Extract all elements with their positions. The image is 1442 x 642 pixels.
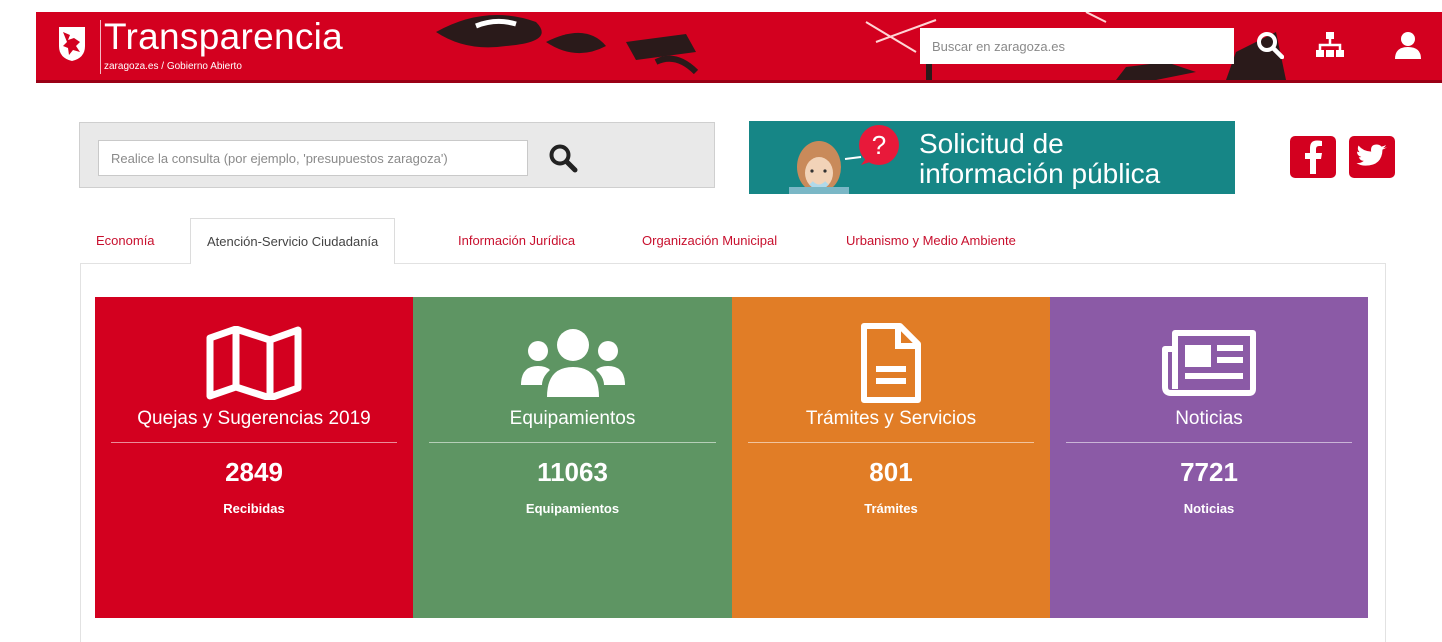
card-subtitle: Trámites [864, 501, 918, 516]
card-count: 801 [869, 457, 913, 487]
card-subtitle: Noticias [1183, 501, 1235, 516]
query-input[interactable] [98, 140, 528, 176]
breadcrumb-link-gobierno-abierto[interactable]: Gobierno Abierto [167, 61, 242, 72]
tab-organizacion-municipal[interactable]: Organización Municipal [642, 218, 777, 264]
user-icon[interactable] [1390, 27, 1426, 63]
query-search-button[interactable] [544, 139, 582, 177]
sitemap-icon[interactable] [1312, 27, 1348, 63]
card-tramites-servicios[interactable]: Trámites y Servicios 801 Trámites [732, 297, 1050, 618]
card-title: Equipamientos [509, 408, 636, 429]
map-icon [206, 326, 302, 400]
tab-urbanismo-medio-ambiente[interactable]: Urbanismo y Medio Ambiente [846, 218, 1016, 264]
card-divider [1066, 442, 1352, 443]
card-equipamientos[interactable]: Equipamientos 11063 Equipamientos [413, 297, 732, 618]
banner-text: Solicitud de información pública [919, 129, 1160, 189]
top-header-bar: Transparencia zaragoza.es / Gobierno Abi… [36, 12, 1442, 83]
public-information-request-banner[interactable]: ? Solicitud de información pública [749, 121, 1235, 194]
search-icon[interactable] [1252, 27, 1288, 63]
breadcrumb: zaragoza.es / Gobierno Abierto [104, 61, 242, 72]
card-divider [748, 442, 1034, 443]
breadcrumb-separator: / [161, 61, 165, 72]
banner-line-1: Solicitud de [919, 128, 1064, 159]
tab-atencion-servicio-ciudadania[interactable]: Atención-Servicio Ciudadanía [190, 218, 396, 264]
newspaper-icon [1162, 330, 1256, 396]
card-title: Quejas y Sugerencias 2019 [137, 408, 371, 429]
card-divider [429, 442, 716, 443]
card-divider [111, 442, 397, 443]
search-icon [549, 144, 578, 173]
coat-of-arms-icon [59, 27, 85, 61]
card-count: 11063 [537, 457, 608, 487]
card-count: 2849 [225, 457, 283, 487]
person-question-illustration: ? [789, 125, 899, 194]
banner-line-2: información pública [919, 158, 1161, 189]
card-count: 7721 [1180, 457, 1238, 487]
card-subtitle: Recibidas [223, 501, 285, 516]
document-icon [861, 323, 921, 403]
site-search-input[interactable] [920, 28, 1234, 64]
card-noticias[interactable]: Noticias 7721 Noticias [1050, 297, 1368, 618]
users-icon [520, 329, 625, 397]
svg-text:?: ? [872, 130, 886, 160]
facebook-icon[interactable] [1290, 136, 1336, 178]
header-illustration [436, 14, 937, 80]
twitter-icon[interactable] [1349, 136, 1395, 178]
tab-economia[interactable]: Economía [96, 218, 155, 264]
city-logo[interactable] [58, 20, 86, 68]
card-title: Noticias [1175, 408, 1243, 429]
card-subtitle: Equipamientos [525, 501, 620, 516]
category-tabs: Economía Atención-Servicio Ciudadanía In… [80, 218, 1386, 264]
query-panel [79, 122, 715, 188]
tab-informacion-juridica[interactable]: Información Jurídica [458, 218, 575, 264]
card-title: Trámites y Servicios [805, 408, 977, 429]
card-quejas-sugerencias[interactable]: Quejas y Sugerencias 2019 2849 Recibidas [95, 297, 413, 618]
brand-separator [100, 20, 101, 74]
site-title[interactable]: Transparencia [104, 15, 343, 59]
breadcrumb-link-zaragoza[interactable]: zaragoza.es [104, 61, 158, 72]
